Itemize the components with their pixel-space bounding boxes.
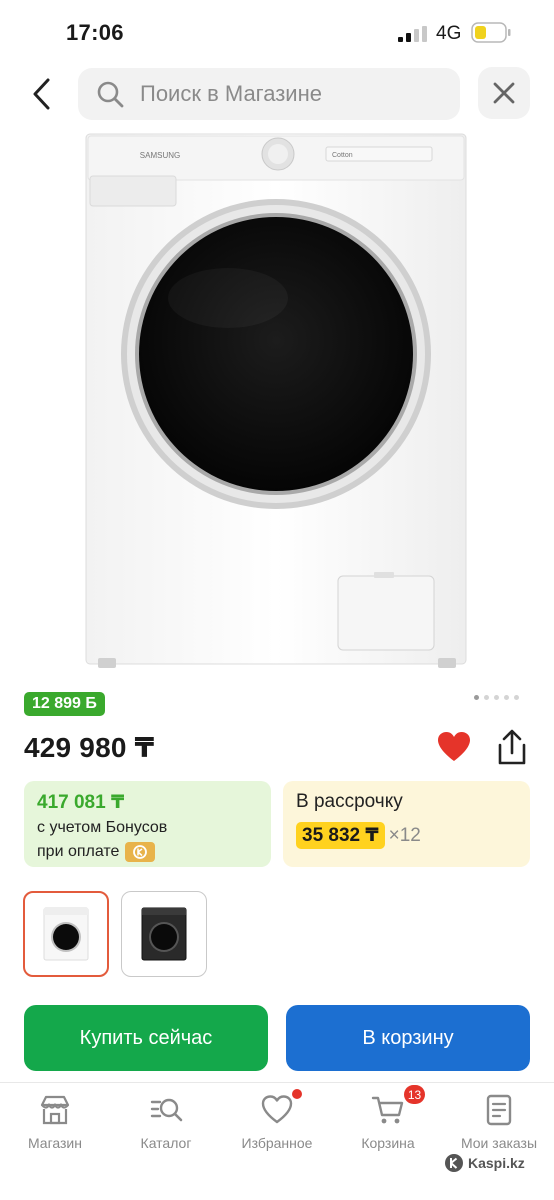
product-image[interactable]: SAMSUNG Cotton: [78, 128, 476, 676]
tab-favorites[interactable]: Избранное: [222, 1089, 332, 1151]
favorite-heart-icon[interactable]: [436, 730, 472, 764]
watermark: Kaspi.kz: [444, 1153, 525, 1173]
image-pager: [474, 695, 519, 700]
pager-dot[interactable]: [474, 695, 479, 700]
network-label: 4G: [436, 23, 462, 44]
close-button[interactable]: [478, 67, 530, 119]
share-icon[interactable]: [495, 729, 529, 767]
search-input[interactable]: [140, 81, 440, 107]
pager-dot[interactable]: [504, 695, 509, 700]
buy-now-button[interactable]: Купить сейчас: [24, 1005, 268, 1071]
battery-icon: [471, 22, 511, 43]
search-box[interactable]: [78, 68, 460, 120]
bonus-badge: 12 899 Б: [24, 692, 105, 716]
tab-shop[interactable]: Магазин: [0, 1093, 110, 1151]
tab-shop-label: Магазин: [27, 1135, 82, 1151]
signal-icon: [398, 26, 427, 42]
catalog-icon: [150, 1098, 183, 1122]
bonus-line-2: при оплате: [37, 842, 258, 862]
tab-cart[interactable]: 13 Корзина: [333, 1085, 443, 1151]
bonus-line-1: с учетом Бонусов: [37, 819, 168, 836]
panel-display: Cotton: [332, 152, 353, 159]
favorites-dot: [292, 1089, 302, 1099]
status-time: 17:06: [66, 20, 124, 45]
tab-cart-label: Корзина: [361, 1135, 415, 1151]
thumbnail-white[interactable]: [23, 891, 109, 977]
tab-catalog[interactable]: Каталог: [111, 1093, 221, 1151]
heart-icon: [261, 1095, 293, 1124]
status-bar: 17:06 4G: [0, 0, 554, 62]
installment-monthly: 35 832 ₸: [296, 822, 385, 849]
tab-favorites-label: Избранное: [241, 1135, 313, 1151]
bottom-tab-bar: Магазин Каталог Избранное 13 Корзина Мои…: [0, 1082, 554, 1200]
bonus-badge-value: 12 899 Б: [32, 695, 97, 712]
price: 429 980 ₸: [24, 732, 155, 763]
installment-multiplier: ×12: [388, 824, 421, 846]
close-icon: [493, 82, 515, 104]
favorites-tab-icon-wrap: [260, 1089, 302, 1127]
pager-dot[interactable]: [514, 695, 519, 700]
search-row: [0, 66, 554, 122]
kaspi-logo-icon: [125, 842, 156, 862]
add-to-cart-button[interactable]: В корзину: [286, 1005, 530, 1071]
tab-orders-label: Мои заказы: [460, 1135, 538, 1151]
orders-icon: [486, 1094, 512, 1126]
shop-icon: [40, 1095, 70, 1125]
back-button[interactable]: [24, 76, 60, 112]
cart-tab-icon-wrap: 13: [371, 1085, 425, 1127]
search-icon: [96, 79, 126, 109]
installment-card[interactable]: В рассрочку 35 832 ₸ ×12: [283, 781, 530, 867]
watermark-text: Kaspi.kz: [468, 1155, 525, 1171]
thumbnail-black[interactable]: [121, 891, 207, 977]
pager-dot[interactable]: [494, 695, 499, 700]
cart-badge: 13: [404, 1085, 425, 1104]
tab-catalog-label: Каталог: [140, 1135, 192, 1151]
tab-orders[interactable]: Мои заказы: [444, 1093, 554, 1151]
kaspi-watermark-icon: [445, 1154, 463, 1172]
bonus-price-card[interactable]: 417 081 ₸ с учетом Бонусов при оплате: [24, 781, 271, 867]
bonus-price: 417 081 ₸: [37, 792, 125, 813]
brand-mark: SAMSUNG: [140, 151, 180, 160]
pager-dot[interactable]: [484, 695, 489, 700]
cart-icon: [371, 1096, 404, 1124]
installment-title: В рассрочку: [296, 791, 403, 812]
chevron-left-icon: [33, 78, 50, 110]
